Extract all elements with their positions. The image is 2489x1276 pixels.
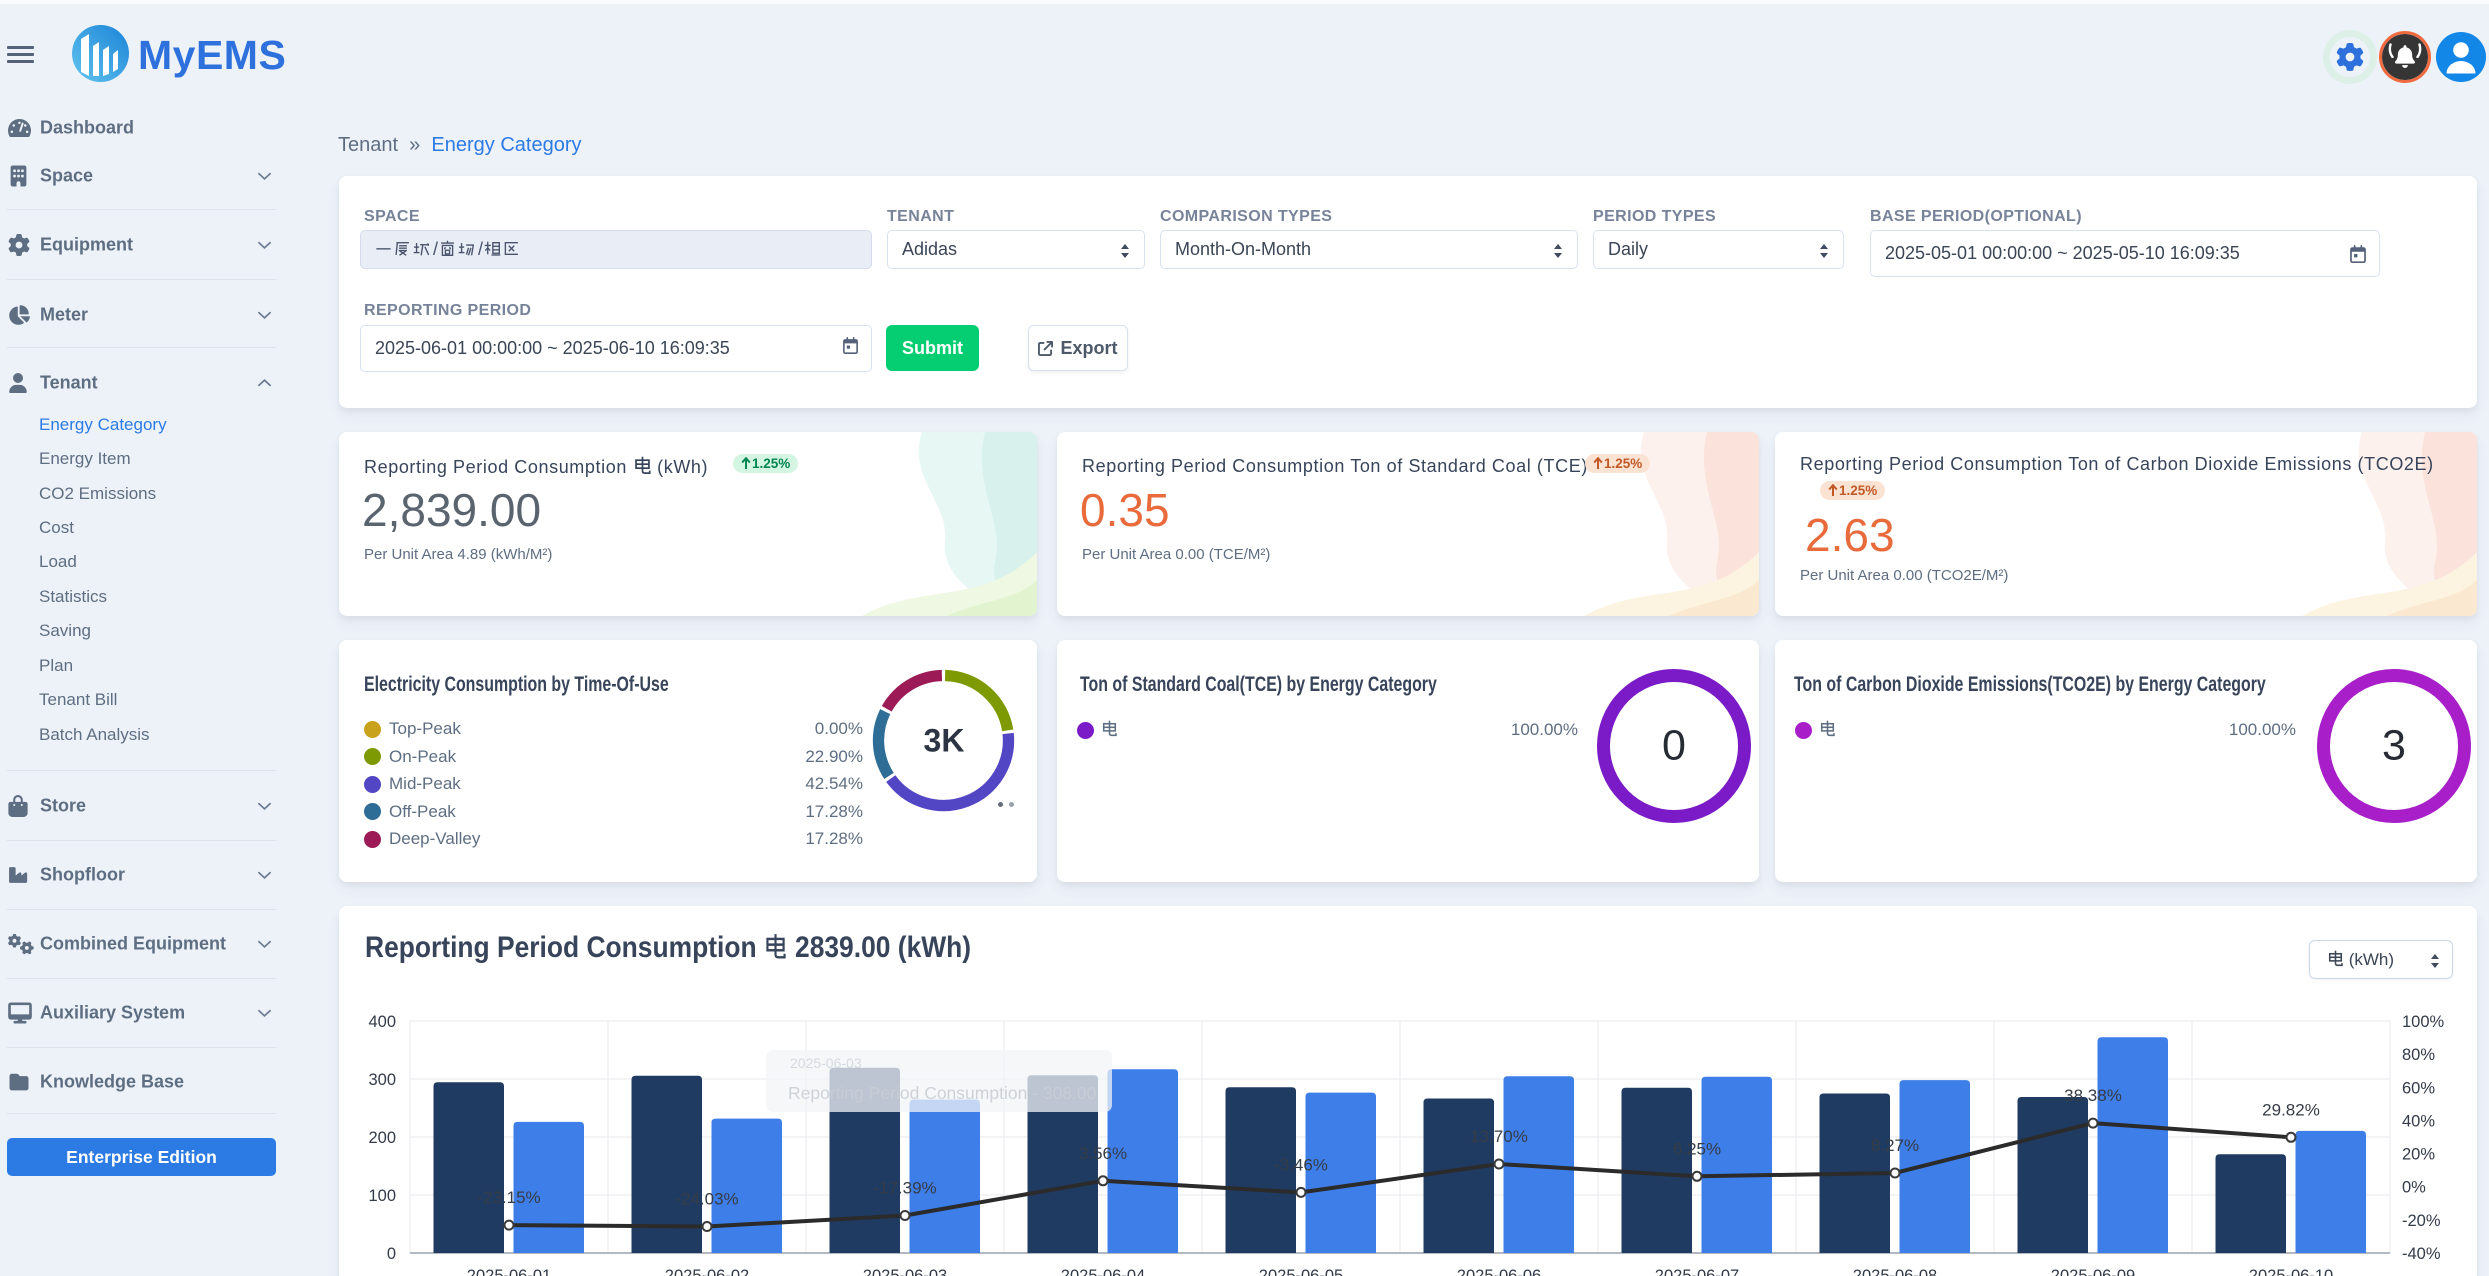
svg-text:100: 100 [368, 1187, 396, 1205]
svg-text:2025-06-06: 2025-06-06 [1457, 1267, 1541, 1276]
svg-text:40%: 40% [2402, 1112, 2435, 1130]
svg-text:-17.39%: -17.39% [873, 1179, 936, 1198]
svg-text:60%: 60% [2402, 1079, 2435, 1097]
svg-text:-20%: -20% [2402, 1212, 2441, 1230]
svg-text:2025-06-05: 2025-06-05 [1259, 1267, 1343, 1276]
svg-text:-24.03%: -24.03% [675, 1190, 738, 1209]
svg-text:400: 400 [368, 1013, 396, 1031]
svg-text:-40%: -40% [2402, 1245, 2441, 1263]
svg-text:300: 300 [368, 1071, 396, 1089]
svg-text:20%: 20% [2402, 1146, 2435, 1164]
svg-text:38.38%: 38.38% [2064, 1086, 2122, 1105]
svg-text:6.25%: 6.25% [1673, 1139, 1721, 1158]
svg-text:-3.46%: -3.46% [1274, 1155, 1328, 1174]
svg-text:200: 200 [368, 1129, 396, 1147]
svg-text:0: 0 [387, 1245, 396, 1263]
svg-text:2025-06-02: 2025-06-02 [665, 1267, 749, 1276]
svg-text:2025-06-03: 2025-06-03 [863, 1267, 947, 1276]
svg-text:Reporting Period Consumption -: Reporting Period Consumption - 308.00 [788, 1083, 1097, 1103]
svg-text:2025-06-09: 2025-06-09 [2051, 1267, 2135, 1276]
svg-text:100%: 100% [2402, 1013, 2445, 1031]
svg-text:-23.15%: -23.15% [477, 1188, 540, 1207]
svg-text:3.56%: 3.56% [1079, 1144, 1127, 1163]
svg-text:13.70%: 13.70% [1470, 1127, 1528, 1146]
svg-text:2025-06-01: 2025-06-01 [467, 1267, 551, 1276]
svg-text:80%: 80% [2402, 1046, 2435, 1064]
svg-text:2025-06-03: 2025-06-03 [790, 1055, 862, 1071]
svg-text:2025-06-07: 2025-06-07 [1655, 1267, 1739, 1276]
svg-text:29.82%: 29.82% [2262, 1100, 2320, 1119]
svg-text:2025-06-08: 2025-06-08 [1853, 1267, 1937, 1276]
svg-text:0%: 0% [2402, 1179, 2426, 1197]
svg-text:8.27%: 8.27% [1871, 1136, 1919, 1155]
svg-text:2025-06-10: 2025-06-10 [2249, 1267, 2333, 1276]
svg-text:2025-06-04: 2025-06-04 [1061, 1267, 1145, 1276]
